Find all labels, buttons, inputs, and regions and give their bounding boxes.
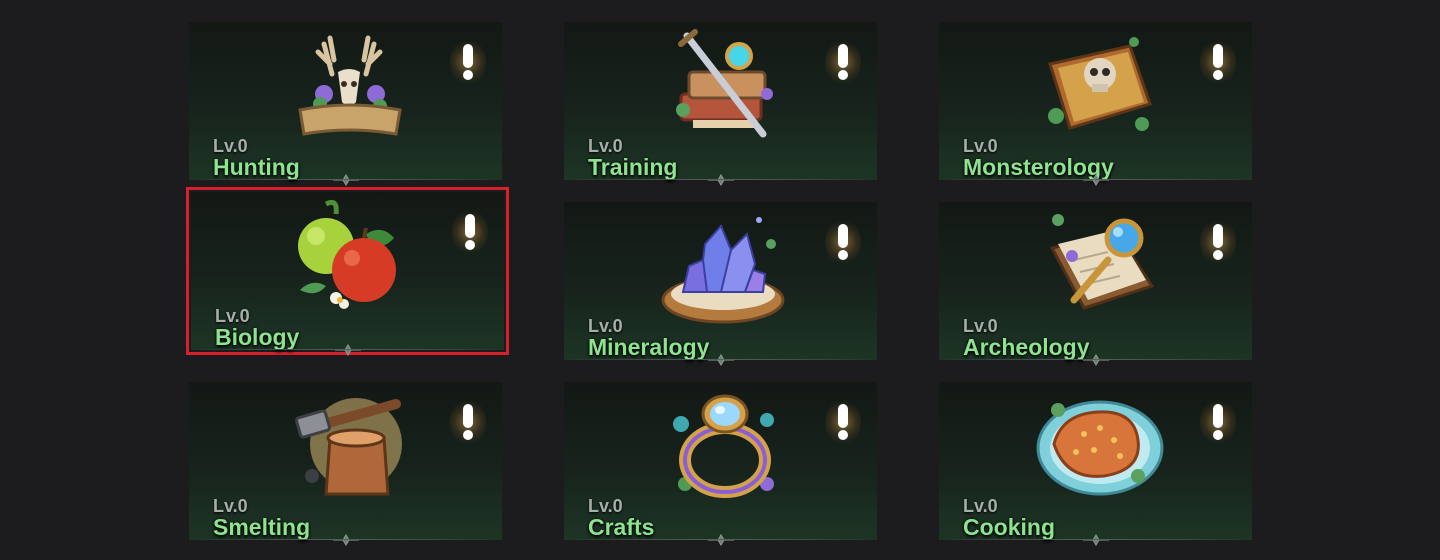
ornament-icon [707,534,734,546]
ornament-icon [1082,534,1109,546]
skill-name: Smelting [213,514,311,540]
alert-icon[interactable] [450,38,486,86]
skill-card-mineralogy[interactable]: Lv.0 Mineralogy [564,202,877,366]
skill-card-biology[interactable]: Lv.0 Biology [186,187,509,356]
skill-name: Hunting [213,154,300,180]
skill-card-crafts[interactable]: Lv.0 Crafts [564,382,877,546]
alert-icon[interactable] [1200,218,1236,266]
skill-card-training[interactable]: Lv.0 Training [564,22,877,186]
crystal-icon [661,217,785,324]
sword-book-icon [676,29,773,138]
skill-card-cooking[interactable]: Lv.0 Cooking [939,382,1252,546]
alert-icon[interactable] [452,208,488,256]
skill-card-archeology[interactable]: Lv.0 Archeology [939,202,1252,366]
skill-name: Mineralogy [588,334,710,360]
ornament-icon [707,174,734,186]
skill-name: Training [588,154,678,180]
skill-book-icon [1048,37,1152,131]
alert-icon[interactable] [825,218,861,266]
magnifier-book-icon [1049,214,1155,310]
skill-card-monsterology[interactable]: Lv.0 Monsterology [939,22,1252,186]
skill-name: Crafts [588,514,655,540]
alert-icon[interactable] [825,398,861,446]
gem-ring-icon [673,394,774,498]
alert-icon[interactable] [1200,38,1236,86]
apples-icon [298,199,396,309]
skill-grid: Lv.0 Hunting Lv.0 Training Lv.0 Monstero… [0,0,1440,560]
ornament-icon [707,354,734,366]
skill-card-smelting[interactable]: Lv.0 Smelting [189,382,502,546]
ornament-icon [334,344,361,356]
ornament-icon [1082,354,1109,366]
alert-icon[interactable] [825,38,861,86]
ornament-icon [332,174,359,186]
ornament-icon [332,534,359,546]
hammer-anvil-icon [295,398,402,496]
alert-icon[interactable] [450,398,486,446]
meat-plate-icon [1036,400,1164,496]
skill-card-hunting[interactable]: Lv.0 Hunting [189,22,502,186]
skill-name: Cooking [963,514,1055,540]
skill-name: Biology [215,324,300,350]
skill-name: Archeology [963,334,1090,360]
ornament-icon [1082,174,1109,186]
alert-icon[interactable] [1200,398,1236,446]
antler-sign-icon [298,35,402,136]
